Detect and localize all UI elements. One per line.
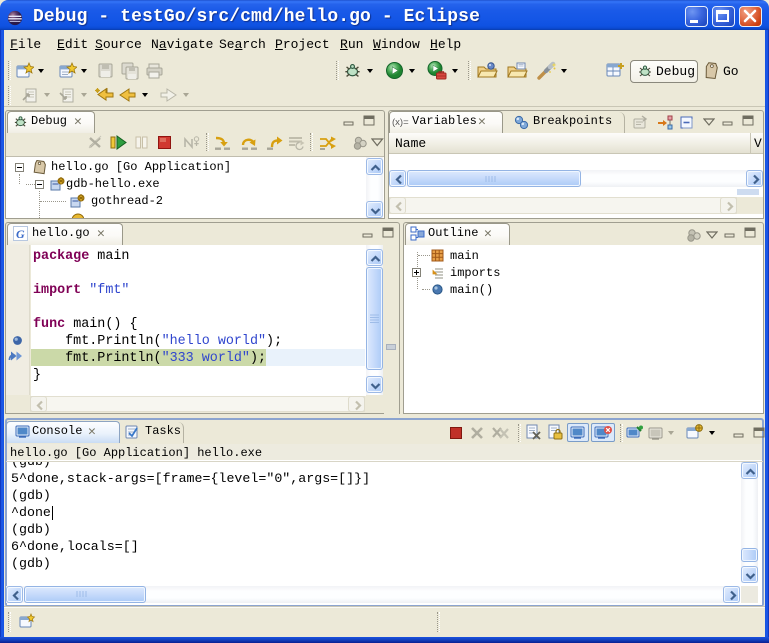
svg-text:G: G [16,227,25,241]
svg-text:(x)=: (x)= [392,117,409,128]
